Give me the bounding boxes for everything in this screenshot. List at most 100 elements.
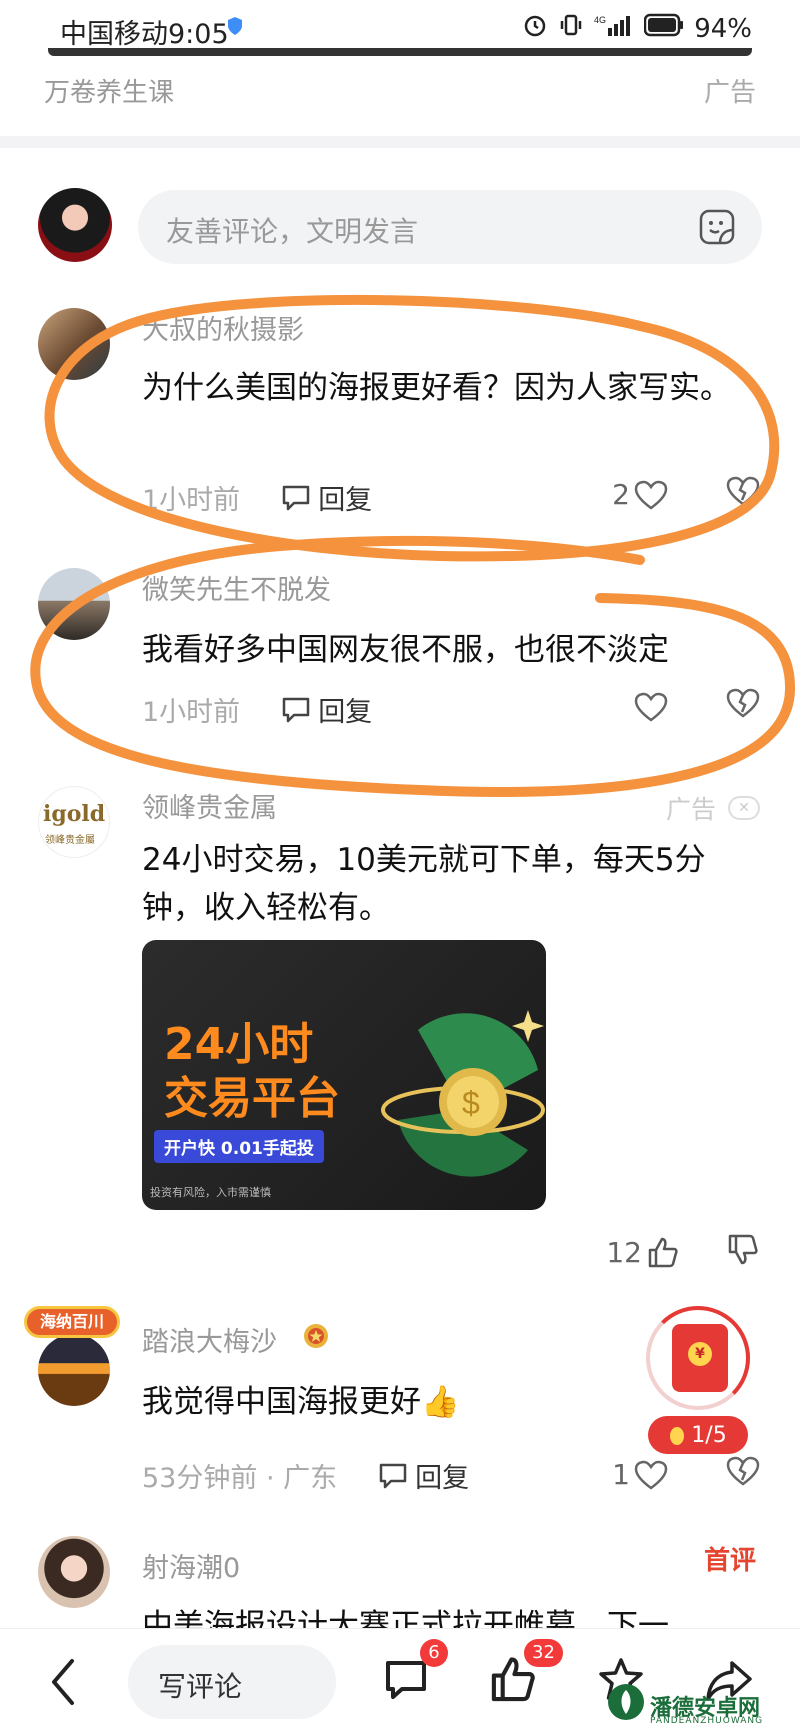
brand-name[interactable]: 领峰贵金属 bbox=[142, 786, 277, 825]
comment-username[interactable]: 射海潮0 bbox=[142, 1546, 240, 1585]
ad-image[interactable]: $ 24小时 交易平台 开户快 0.01手起投 投资有风险，入市需谨慎 bbox=[142, 940, 546, 1210]
section-divider bbox=[0, 136, 800, 148]
dislike-button[interactable] bbox=[726, 1456, 760, 1493]
reply-icon bbox=[379, 1463, 407, 1488]
ad-risk-notice: 投资有风险，入市需谨慎 bbox=[150, 1186, 271, 1199]
thumb-down-icon bbox=[728, 1234, 758, 1265]
red-packet-widget[interactable]: ¥ bbox=[646, 1306, 750, 1410]
yuan-coin-icon: ¥ bbox=[688, 1342, 712, 1366]
svg-text:$: $ bbox=[462, 1085, 480, 1121]
user-badge: 海纳百川 bbox=[24, 1306, 120, 1338]
shield-icon bbox=[226, 16, 244, 40]
comment-username[interactable]: 微笑先生不脱发 bbox=[142, 568, 331, 607]
battery-percent: 94% bbox=[694, 13, 752, 44]
thumb-up-button[interactable]: 12 bbox=[606, 1236, 680, 1270]
comment-meta: 1小时前 回复 bbox=[142, 690, 372, 729]
write-comment-label: 写评论 bbox=[158, 1670, 243, 1703]
like-count: 1 bbox=[612, 1458, 630, 1491]
broken-heart-icon bbox=[726, 476, 760, 506]
vibrate-icon bbox=[558, 12, 584, 45]
ad-label: 广告 bbox=[665, 795, 716, 824]
broken-heart-icon bbox=[726, 1456, 760, 1486]
comment-meta: 53分钟前 · 广东 回复 bbox=[142, 1456, 469, 1495]
like-button[interactable]: 1 bbox=[612, 1458, 668, 1491]
comment-meta: 1小时前 回复 bbox=[142, 478, 372, 517]
ad-image-title-line1: 24小时 bbox=[164, 1019, 314, 1070]
like-button[interactable] bbox=[634, 692, 668, 722]
comment-actions: 2 bbox=[612, 476, 760, 513]
heart-icon bbox=[634, 692, 668, 722]
medal-icon bbox=[302, 1322, 330, 1354]
reply-button[interactable]: 回复 bbox=[377, 1456, 469, 1495]
back-icon[interactable] bbox=[48, 1657, 78, 1711]
sticker-icon[interactable] bbox=[698, 208, 736, 250]
comment-username[interactable]: 踏浪大梅沙 bbox=[142, 1320, 277, 1359]
thumb-up-icon bbox=[648, 1237, 678, 1267]
dislike-button[interactable] bbox=[726, 476, 760, 513]
watermark-subtext: PANDEANZHUOWANG bbox=[650, 1716, 764, 1726]
brand-logo-text: igold bbox=[43, 801, 106, 827]
top-ad-source[interactable]: 万卷养生课 广告 bbox=[0, 60, 800, 120]
reply-label: 回复 bbox=[318, 697, 373, 728]
thumb-down-button[interactable] bbox=[726, 1232, 760, 1273]
reply-icon bbox=[282, 697, 310, 722]
comment-text: 我看好多中国网友很不服，也很不淡定 bbox=[142, 632, 669, 668]
red-packet-progress[interactable]: 1/5 bbox=[648, 1416, 748, 1454]
ad-image-title: 24小时 交易平台 bbox=[164, 1018, 340, 1126]
like-count-badge: 32 bbox=[524, 1639, 563, 1667]
comment-count-badge: 6 bbox=[420, 1639, 448, 1667]
close-ad-icon[interactable]: ✕ bbox=[728, 796, 760, 820]
reply-icon bbox=[282, 485, 310, 510]
red-envelope-icon: ¥ bbox=[672, 1324, 728, 1392]
comment-time: 1小时前 bbox=[142, 697, 241, 728]
comment-text: 为什么美国的海报更好看？因为人家写实。 bbox=[142, 370, 731, 406]
top-media-edge bbox=[48, 48, 752, 56]
heart-icon bbox=[634, 1460, 668, 1490]
ad-source-name[interactable]: 万卷养生课 bbox=[44, 72, 174, 109]
comment-input-placeholder: 友善评论，文明发言 bbox=[166, 215, 419, 248]
comment-username[interactable]: 大叔的秋摄影 bbox=[142, 308, 304, 347]
signal-icon: 4G bbox=[594, 12, 634, 45]
carrier-time: 中国移动9:05 bbox=[60, 19, 229, 50]
reply-label: 回复 bbox=[415, 1463, 470, 1494]
brand-logo-sub: 领峰贵金屬 bbox=[45, 835, 95, 846]
ad-image-title-line2: 交易平台 bbox=[164, 1073, 340, 1124]
watermark-logo-icon bbox=[608, 1684, 644, 1720]
reply-label: 回复 bbox=[318, 485, 373, 516]
ad-actions: 12 bbox=[606, 1232, 760, 1273]
first-comment-tag: 首评 bbox=[703, 1546, 756, 1576]
status-icons: 4G 94% bbox=[522, 12, 752, 45]
comment-input-row: 友善评论，文明发言 bbox=[0, 186, 800, 266]
like-button[interactable]: 2 bbox=[612, 478, 668, 511]
like-count: 2 bbox=[612, 478, 630, 511]
heart-icon bbox=[634, 480, 668, 510]
red-packet-progress-text: 1/5 bbox=[691, 1422, 727, 1448]
comment-actions: 1 bbox=[612, 1456, 760, 1493]
broken-heart-icon bbox=[726, 688, 760, 718]
comment-input[interactable]: 友善评论，文明发言 bbox=[138, 190, 762, 264]
comment-time: 53分钟前 · 广东 bbox=[142, 1463, 338, 1494]
ad-tag: 广告 ✕ bbox=[666, 790, 760, 826]
ad-image-badge: 开户快 0.01手起投 bbox=[154, 1130, 324, 1163]
comment-actions bbox=[634, 688, 760, 725]
user-avatar[interactable] bbox=[38, 568, 110, 640]
ad-label: 广告 bbox=[703, 78, 756, 108]
alarm-icon bbox=[522, 12, 548, 45]
brand-logo[interactable]: igold 领峰贵金屬 bbox=[38, 786, 110, 858]
user-avatar[interactable] bbox=[38, 1334, 110, 1406]
ad-text: 24小时交易，10美元就可下单，每天5分钟，收入轻松有。 bbox=[142, 842, 706, 926]
my-avatar[interactable] bbox=[38, 188, 112, 262]
user-avatar[interactable] bbox=[38, 308, 110, 380]
watermark: 潘德安卓网 PANDEANZHUOWANG bbox=[600, 1672, 800, 1733]
battery-icon bbox=[643, 13, 684, 44]
comment-time: 1小时前 bbox=[142, 485, 241, 516]
globe-coin-graphic: $ bbox=[381, 1010, 545, 1177]
write-comment-button[interactable]: 写评论 bbox=[128, 1645, 336, 1719]
dislike-button[interactable] bbox=[726, 688, 760, 725]
comment-icon[interactable] bbox=[382, 1655, 430, 1707]
reply-button[interactable]: 回复 bbox=[280, 478, 372, 517]
reply-button[interactable]: 回复 bbox=[280, 690, 372, 729]
like-count: 12 bbox=[606, 1236, 642, 1269]
egg-icon bbox=[670, 1427, 685, 1445]
user-avatar[interactable] bbox=[38, 1536, 110, 1608]
